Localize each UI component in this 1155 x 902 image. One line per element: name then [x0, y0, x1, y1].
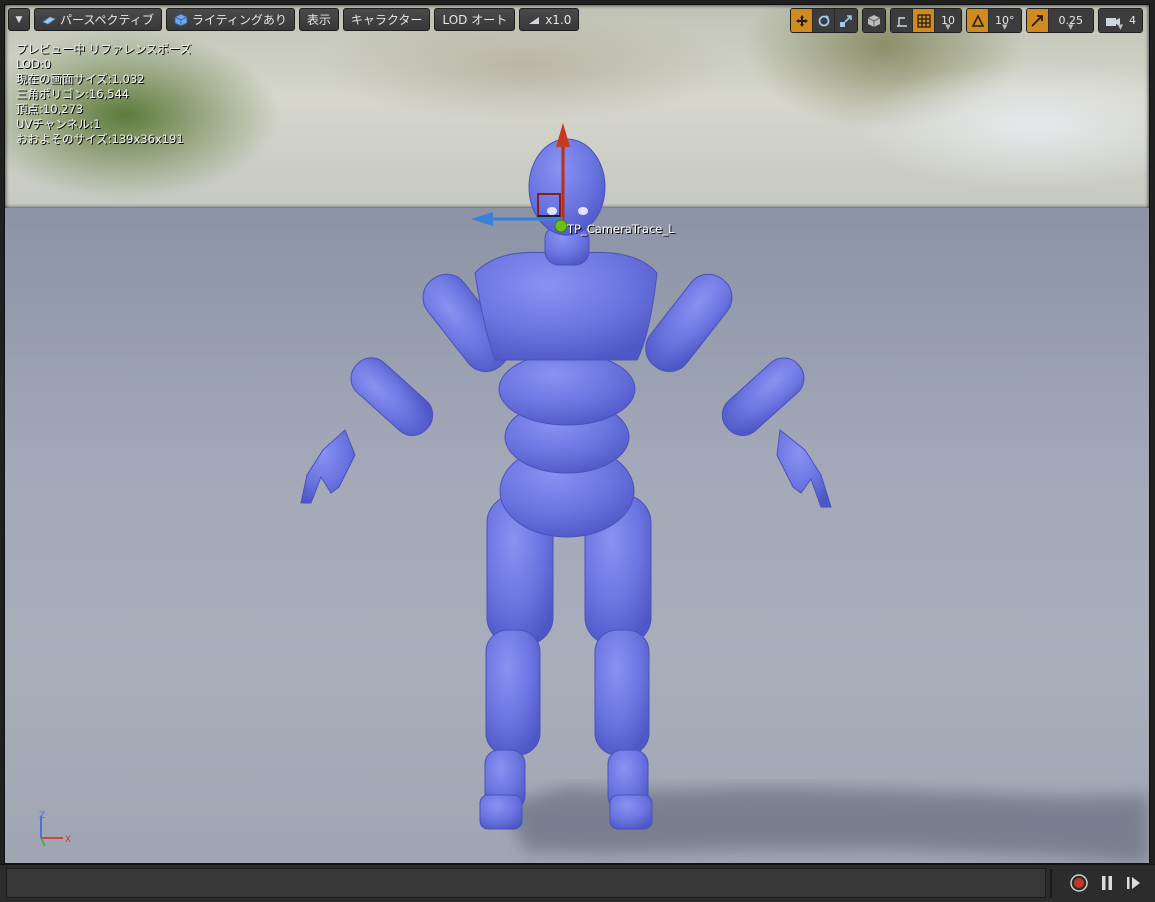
stat-lod: LOD:0	[16, 57, 52, 71]
grid-snap-toggle[interactable]	[913, 9, 935, 32]
stat-uv-channels: UVチャンネル:1	[16, 117, 101, 131]
lighting-button[interactable]: ライティングあり	[165, 8, 295, 31]
surface-snap-button[interactable]	[891, 9, 913, 32]
rotation-snap-value[interactable]: 10° ▼	[989, 9, 1021, 32]
gizmo-z-arrow	[556, 123, 570, 147]
perspective-button[interactable]: パースペクティブ	[34, 8, 162, 31]
rotation-snap-group: 10° ▼	[966, 8, 1022, 33]
coordinate-system-button[interactable]	[863, 9, 885, 32]
stat-preview-mode: プレビュー中 リファレンスポーズ	[16, 42, 192, 56]
record-button[interactable]	[1069, 873, 1089, 893]
perspective-label: パースペクティブ	[60, 13, 154, 27]
step-forward-icon	[1127, 877, 1140, 889]
show-label: 表示	[306, 13, 331, 27]
translate-mode-button[interactable]	[791, 9, 813, 32]
viewport-options-button[interactable]: ▼	[8, 8, 30, 31]
timeline-scrubber[interactable]	[6, 868, 1046, 898]
gizmo-center	[554, 219, 568, 233]
scale-snap-value[interactable]: 0.25 ▼	[1048, 9, 1093, 32]
scene-view[interactable]: TP_CameraTrace_L プレビュー中 リファレンスポーズ LOD:0 …	[4, 4, 1150, 864]
scale-icon	[840, 14, 852, 27]
scale-arrow-icon	[1031, 14, 1043, 27]
character-label: キャラクター	[350, 13, 423, 27]
perspective-icon	[42, 16, 56, 24]
pause-icon	[1102, 876, 1112, 890]
playback-speed-button[interactable]: x1.0	[519, 8, 580, 31]
stat-approx-size: おおよそのサイズ:139x36x191	[16, 132, 184, 146]
viewport[interactable]: TP_CameraTrace_L プレビュー中 リファレンスポーズ LOD:0 …	[0, 0, 1155, 902]
lit-cube-icon	[174, 13, 188, 26]
stat-triangles: 三角ポリゴン:16,544	[16, 87, 130, 101]
viewport-toolbar-left: ▼ パースペクティブ ライティングあり 表示 キャラクター LOD オート x1…	[8, 8, 580, 31]
viewport-toolbar-right: 10 ▼ 10° ▼ 0.25 ▼ 4 ▼	[790, 8, 1143, 33]
speed-icon	[529, 16, 540, 24]
stat-screen-size: 現在の画面サイズ:1.032	[16, 72, 145, 86]
caret-down-icon: ▼	[1117, 23, 1124, 31]
surface-snap-icon	[896, 16, 907, 27]
caret-down-icon: ▼	[945, 23, 951, 31]
pause-button[interactable]	[1097, 873, 1117, 893]
caret-down-icon: ▼	[1002, 23, 1008, 31]
playback-speed-label: x1.0	[545, 12, 572, 27]
axis-x-label: X	[65, 835, 71, 845]
scale-mode-button[interactable]	[835, 9, 857, 32]
grid-snap-group: 10 ▼	[890, 8, 962, 33]
stat-vertices: 頂点:10,273	[16, 102, 84, 116]
lighting-label: ライティングあり	[191, 13, 287, 27]
timeline-bar	[0, 864, 1155, 902]
angle-icon	[971, 13, 984, 27]
coordinate-system-group	[862, 8, 886, 33]
rotate-icon	[818, 14, 829, 26]
rotate-mode-button[interactable]	[813, 9, 835, 32]
axis-indicator: Z X Y	[39, 811, 71, 847]
character-button[interactable]: キャラクター	[342, 8, 431, 31]
transform-mode-group	[790, 8, 858, 33]
camera-speed-group: 4 ▼	[1098, 8, 1143, 33]
show-button[interactable]: 表示	[298, 8, 339, 31]
lod-label: LOD オート	[442, 13, 508, 27]
scale-snap-toggle[interactable]	[1026, 9, 1049, 32]
timeline-divider	[1050, 869, 1052, 898]
socket-label: TP_CameraTrace_L	[567, 222, 675, 236]
caret-down-icon: ▼	[1068, 23, 1074, 31]
record-icon	[1070, 874, 1088, 892]
gizmo-y-arrow	[471, 212, 493, 226]
move-arrows-icon	[795, 14, 808, 27]
camera-speed-button[interactable]: 4 ▼	[1099, 9, 1142, 32]
local-cube-icon	[867, 14, 881, 27]
grid-snap-value[interactable]: 10 ▼	[935, 9, 961, 32]
grid-icon	[916, 13, 931, 28]
lod-button[interactable]: LOD オート	[434, 8, 516, 31]
camera-speed-label: 4	[1129, 14, 1136, 27]
chevron-down-icon: ▼	[15, 14, 23, 25]
scale-snap-group: 0.25 ▼	[1025, 8, 1094, 33]
axis-z-label: Z	[39, 811, 45, 821]
step-forward-button[interactable]	[1124, 873, 1144, 893]
viewport-stats: プレビュー中 リファレンスポーズ LOD:0 現在の画面サイズ:1.032 三角…	[16, 42, 191, 147]
rotation-snap-toggle[interactable]	[967, 9, 989, 32]
